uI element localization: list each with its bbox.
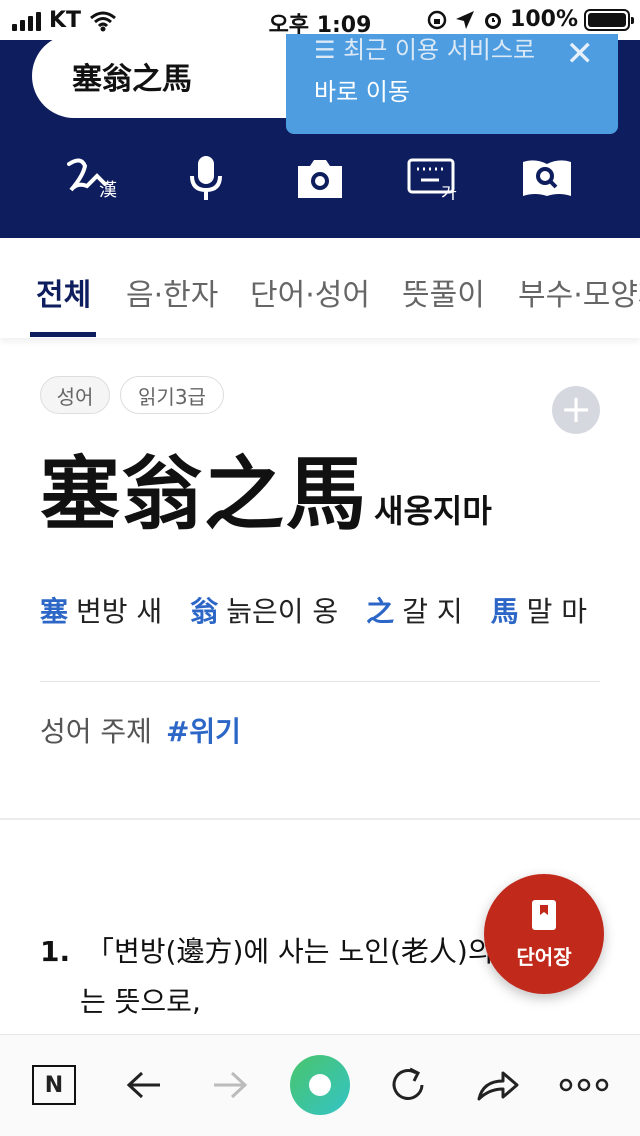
more-button[interactable]	[554, 1055, 614, 1115]
meaning-text-line-2: 는 뜻으로,	[80, 985, 201, 1018]
rotation-lock-icon	[427, 10, 447, 29]
character-link[interactable]: 之갈 지	[366, 590, 462, 630]
close-icon[interactable]: ✕	[566, 34, 595, 74]
keyboard-icon[interactable]: 가	[404, 152, 464, 204]
svg-text:가: 가	[441, 184, 457, 200]
green-dot-icon	[309, 1074, 331, 1096]
book-search-icon[interactable]	[517, 152, 577, 204]
tab-radical-shape[interactable]: 부수·모양자	[518, 270, 640, 314]
arrow-left-icon	[126, 1071, 160, 1099]
share-arrow-icon	[477, 1071, 519, 1101]
naver-n-icon: N	[32, 1065, 76, 1105]
bookmark-icon	[532, 899, 556, 930]
entry-title: 塞翁之馬	[40, 447, 368, 541]
share-button[interactable]	[468, 1055, 528, 1115]
refresh-icon	[392, 1067, 424, 1100]
tab-sound-hanja[interactable]: 음·한자	[126, 270, 218, 314]
entry-reading: 새옹지마	[374, 492, 492, 530]
svg-text:漢: 漢	[99, 180, 117, 200]
character-list: 塞 변방 새 翁 늙은이 옹 之갈 지 馬말 마	[40, 590, 587, 630]
toast-line-1: ☰ 최근 이용 서비스로	[314, 36, 536, 64]
back-button[interactable]	[114, 1055, 174, 1115]
alarm-icon	[485, 12, 502, 29]
handwriting-hanja-icon[interactable]: 漢	[63, 152, 123, 204]
battery-icon	[584, 8, 634, 31]
divider	[40, 681, 600, 682]
result-tabs: 전체 음·한자 단어·성어 뜻풀이 부수·모양자	[0, 238, 640, 338]
tab-all[interactable]: 전체	[36, 270, 91, 314]
add-to-wordbook-button[interactable]: +	[552, 386, 600, 434]
recent-services-toast[interactable]: ☰ 최근 이용 서비스로 바로 이동 ✕	[286, 34, 618, 134]
tab-word-idiom[interactable]: 단어·성어	[250, 270, 370, 314]
camera-icon[interactable]	[290, 152, 350, 204]
more-dots-icon	[559, 1078, 609, 1092]
wordbook-label: 단어장	[516, 944, 572, 969]
category-badge: 성어	[40, 376, 110, 414]
meaning-text-line-1: 「변방(邊方)에 사는 노인(老人)의	[86, 935, 494, 968]
tab-meaning[interactable]: 뜻풀이	[402, 270, 485, 314]
refresh-button[interactable]	[378, 1055, 438, 1115]
level-badge: 읽기3급	[120, 376, 224, 414]
theme-label: 성어 주제	[40, 715, 152, 748]
green-dot-button[interactable]	[290, 1055, 350, 1115]
arrow-right-icon	[214, 1071, 248, 1099]
search-header: 塞翁之馬 ☰ 최근 이용 서비스로 바로 이동 ✕ 漢 가	[0, 34, 640, 238]
character-link[interactable]: 馬말 마	[491, 590, 587, 630]
theme-tag-link[interactable]: #위기	[166, 710, 241, 750]
character-link[interactable]: 翁 늙은이 옹	[190, 590, 338, 630]
wordbook-button[interactable]: 단어장	[484, 874, 604, 994]
section-divider	[0, 818, 640, 820]
character-link[interactable]: 塞 변방 새	[40, 590, 162, 630]
meaning-number: 1.	[40, 935, 71, 968]
naver-home-button[interactable]: N	[24, 1055, 84, 1115]
toast-line-2: 바로 이동	[314, 78, 410, 106]
location-icon	[456, 10, 475, 29]
forward-button[interactable]	[200, 1055, 260, 1115]
microphone-icon[interactable]	[176, 152, 236, 204]
battery-percent: 100%	[510, 7, 578, 32]
search-tools: 漢 가	[0, 152, 640, 204]
active-tab-indicator	[30, 332, 96, 337]
browser-toolbar: N	[0, 1034, 640, 1136]
idiom-theme: 성어 주제 #위기	[40, 710, 241, 750]
